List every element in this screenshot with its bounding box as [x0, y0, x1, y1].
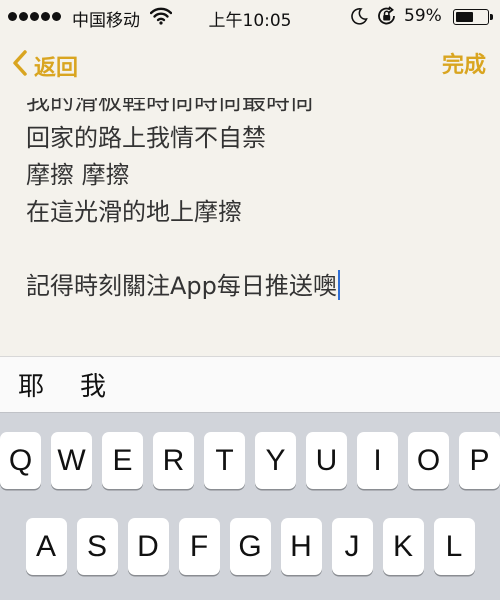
back-button[interactable]: 返回 [12, 48, 78, 84]
key-e[interactable]: E [102, 432, 143, 489]
key-d[interactable]: D [127, 518, 169, 575]
text-caret [337, 270, 340, 300]
note-line [26, 231, 486, 268]
keyboard-row-1: QWERTYUIOP [0, 432, 500, 489]
battery-icon [453, 9, 493, 25]
battery-percent: 59% [404, 6, 442, 26]
key-j[interactable]: J [331, 518, 373, 575]
candidate-word[interactable]: 我 [80, 366, 106, 403]
key-i[interactable]: I [357, 432, 398, 489]
note-line: 回家的路上我情不自禁 [26, 124, 266, 152]
key-y[interactable]: Y [255, 432, 296, 489]
note-line: 我的滑板鞋時尚時尚最時尚 [26, 98, 314, 115]
back-button-label: 返回 [34, 56, 79, 81]
candidate-word[interactable]: 耶 [18, 366, 44, 403]
key-q[interactable]: Q [0, 432, 41, 489]
key-l[interactable]: L [433, 518, 475, 575]
key-s[interactable]: S [76, 518, 118, 575]
note-line: 在這光滑的地上摩擦 [26, 198, 242, 226]
rotation-lock-icon [376, 6, 398, 31]
notes-screen: 中国移动 上午10:05 59% 返回 完成 我的滑板鞋時尚時尚最時尚 回家的路… [0, 0, 500, 600]
note-line: 記得時刻關注App每日推送噢 [26, 272, 337, 300]
done-button[interactable]: 完成 [442, 48, 486, 84]
key-u[interactable]: U [306, 432, 347, 489]
key-k[interactable]: K [382, 518, 424, 575]
key-a[interactable]: A [25, 518, 67, 575]
nav-bar: 返回 完成 [0, 34, 500, 98]
keyboard-row-2: ASDFGHJKL [0, 518, 500, 575]
note-editor[interactable]: 我的滑板鞋時尚時尚最時尚 回家的路上我情不自禁 摩擦 摩擦 在這光滑的地上摩擦 … [0, 98, 500, 356]
status-bar: 中国移动 上午10:05 59% [0, 0, 500, 34]
key-r[interactable]: R [153, 432, 194, 489]
key-t[interactable]: T [204, 432, 245, 489]
chevron-left-icon [12, 49, 34, 83]
note-line: 摩擦 摩擦 [26, 161, 130, 189]
key-w[interactable]: W [51, 432, 92, 489]
candidate-bar: 耶 我 [0, 356, 500, 412]
key-o[interactable]: O [408, 432, 449, 489]
key-f[interactable]: F [178, 518, 220, 575]
key-g[interactable]: G [229, 518, 271, 575]
key-h[interactable]: H [280, 518, 322, 575]
moon-icon [350, 7, 368, 30]
note-text[interactable]: 我的滑板鞋時尚時尚最時尚 回家的路上我情不自禁 摩擦 摩擦 在這光滑的地上摩擦 … [26, 98, 486, 305]
key-p[interactable]: P [459, 432, 500, 489]
battery-fill [456, 12, 474, 22]
note-line-with-caret: 記得時刻關注App每日推送噢 [26, 268, 486, 305]
keyboard: QWERTYUIOP ASDFGHJKL [0, 412, 500, 600]
